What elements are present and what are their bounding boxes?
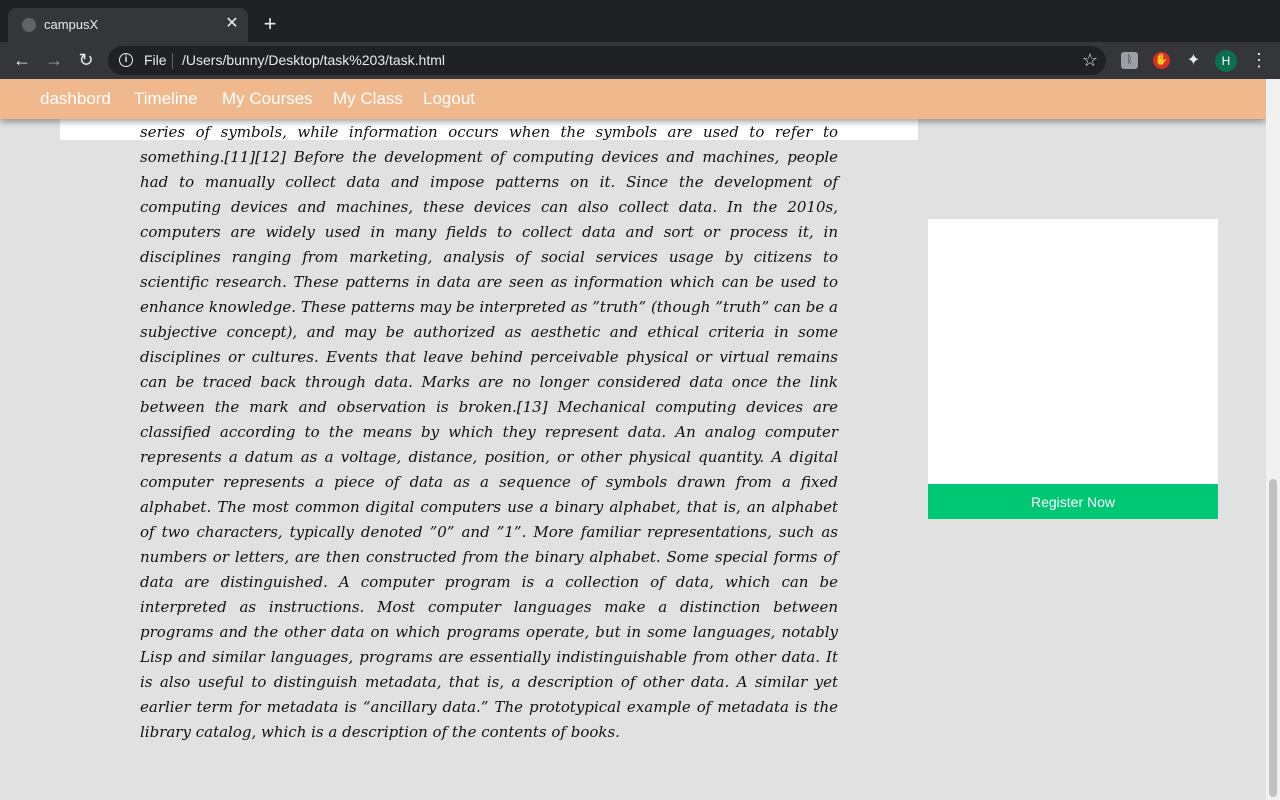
- article-text: series of symbols, while information occ…: [140, 123, 838, 741]
- new-tab-icon[interactable]: +: [258, 12, 282, 36]
- register-now-button[interactable]: Register Now: [928, 484, 1218, 519]
- browser-tab-bar: campusX ✕ +: [0, 0, 1280, 42]
- adblock-icon[interactable]: ✋: [1153, 52, 1170, 69]
- tab-title: campusX: [44, 17, 99, 32]
- nav-link-my-class[interactable]: My Class: [333, 89, 403, 109]
- forward-arrow-icon[interactable]: →: [42, 48, 66, 72]
- address-bar[interactable]: i File /Users/bunny/Desktop/task%203/tas…: [108, 46, 1106, 75]
- site-navbar: dashbord Timeline My Courses My Class Lo…: [0, 79, 1266, 119]
- back-arrow-icon[interactable]: ←: [10, 48, 34, 72]
- page-scrollbar[interactable]: [1266, 79, 1280, 800]
- globe-icon: [22, 18, 36, 32]
- close-tab-icon[interactable]: ✕: [222, 14, 242, 34]
- sidebar-card: [928, 219, 1218, 484]
- nav-link-timeline[interactable]: Timeline: [134, 89, 198, 109]
- nav-link-my-courses[interactable]: My Courses: [222, 89, 313, 109]
- browser-toolbar: ← → ↻ i File /Users/bunny/Desktop/task%2…: [0, 42, 1280, 79]
- extension-icon[interactable]: ᚱ: [1121, 52, 1138, 69]
- scrollbar-thumb[interactable]: [1269, 479, 1277, 797]
- info-icon[interactable]: i: [119, 53, 133, 67]
- omnibox-divider: [172, 53, 173, 69]
- file-label: File: [144, 52, 167, 68]
- browser-tab[interactable]: campusX ✕: [8, 8, 248, 42]
- reload-icon[interactable]: ↻: [74, 48, 98, 72]
- page-viewport: dashbord Timeline My Courses My Class Lo…: [0, 79, 1266, 800]
- nav-link-dashbord[interactable]: dashbord: [40, 89, 111, 109]
- url-text[interactable]: /Users/bunny/Desktop/task%203/task.html: [182, 52, 445, 68]
- bookmark-star-icon[interactable]: ☆: [1082, 50, 1098, 71]
- nav-link-logout[interactable]: Logout: [423, 89, 475, 109]
- puzzle-icon[interactable]: ✦: [1185, 52, 1202, 69]
- profile-avatar[interactable]: H: [1215, 50, 1237, 72]
- browser-menu-icon[interactable]: ⋮: [1250, 48, 1268, 72]
